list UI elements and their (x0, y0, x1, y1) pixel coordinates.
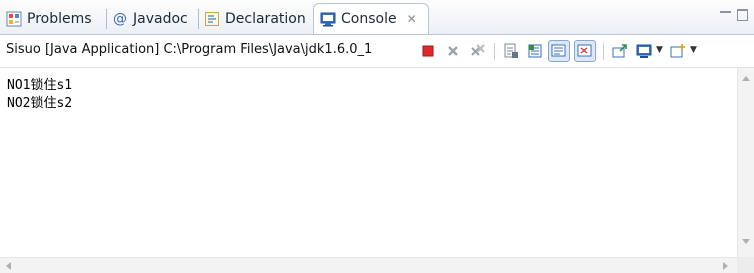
declaration-icon (205, 12, 219, 26)
show-on-stdout-icon[interactable] (574, 40, 596, 62)
console-output[interactable]: NO1锁住s1 NO2锁住s2 (0, 68, 737, 257)
minimize-icon[interactable] (720, 11, 731, 20)
tab-label: Console (341, 11, 397, 27)
console-line: NO1锁住s1 (7, 78, 73, 93)
console-icon (320, 12, 336, 27)
close-icon[interactable]: ✕ (407, 12, 417, 26)
pin-console-icon[interactable] (612, 43, 628, 59)
clear-console-icon[interactable] (503, 43, 519, 59)
console-title: Sisuo [Java Application] C:\Program File… (6, 42, 373, 57)
console-toolbar: Sisuo [Java Application] C:\Program File… (0, 35, 754, 68)
scroll-up-icon[interactable] (742, 76, 750, 81)
open-console-icon[interactable] (670, 43, 686, 59)
tab-label: Javadoc (133, 11, 188, 27)
chevron-down-icon[interactable]: ▼ (656, 45, 663, 55)
scrollbar-corner (737, 257, 754, 273)
terminate-icon[interactable] (420, 43, 436, 59)
toolbar-separator (494, 43, 495, 60)
horizontal-scrollbar[interactable] (0, 257, 737, 273)
tab-declaration[interactable]: Declaration (204, 5, 306, 33)
window-controls (720, 6, 748, 21)
remove-all-terminated-icon[interactable] (470, 43, 486, 59)
display-console-icon[interactable] (636, 43, 652, 59)
problems-icon (6, 11, 22, 27)
tab-label: Declaration (225, 11, 306, 27)
toolbar-separator (603, 43, 604, 60)
chevron-down-icon[interactable]: ▼ (690, 45, 697, 55)
vertical-scrollbar[interactable] (737, 68, 754, 257)
remove-launch-icon[interactable] (445, 43, 461, 59)
tab-label: Problems (27, 11, 92, 27)
console-view: Problems @ Javadoc Declaration Console ✕ (0, 0, 754, 273)
maximize-icon[interactable] (737, 9, 748, 21)
tab-javadoc[interactable]: @ Javadoc (112, 5, 188, 33)
scroll-left-icon[interactable] (6, 262, 11, 270)
scroll-right-icon[interactable] (723, 262, 728, 270)
at-icon: @ (113, 11, 127, 27)
tab-separator (198, 9, 199, 29)
scroll-down-icon[interactable] (742, 239, 750, 244)
tab-console[interactable]: Console ✕ (313, 3, 429, 34)
tab-separator (106, 9, 107, 29)
tab-bar: Problems @ Javadoc Declaration Console ✕ (0, 0, 754, 35)
scroll-lock-icon[interactable] (527, 43, 543, 59)
console-line: NO2锁住s2 (7, 96, 73, 111)
tab-problems[interactable]: Problems (6, 5, 92, 33)
word-wrap-icon[interactable] (548, 40, 570, 62)
